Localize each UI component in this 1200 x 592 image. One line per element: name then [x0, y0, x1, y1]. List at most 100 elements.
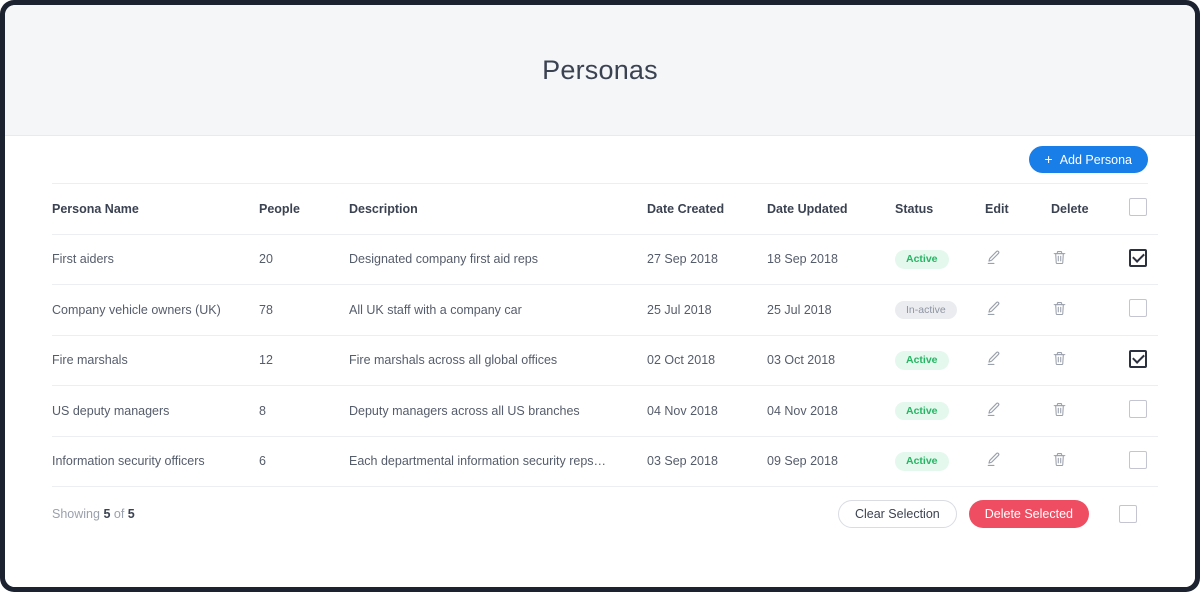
- showing-middle: of: [113, 506, 125, 521]
- status-badge: In-active: [895, 300, 957, 319]
- cell-select: [1129, 436, 1158, 487]
- showing-total: 5: [127, 506, 135, 521]
- cell-delete: [1051, 436, 1129, 487]
- column-header-edit: Edit: [985, 184, 1051, 235]
- column-header-status[interactable]: Status: [895, 184, 985, 235]
- cell-persona-name: US deputy managers: [52, 385, 259, 437]
- cell-edit: [985, 284, 1051, 336]
- cell-description: Each departmental information security r…: [349, 436, 647, 487]
- table-row: Information security officers 6 Each depar…: [52, 436, 1158, 487]
- cell-status: Active: [895, 436, 985, 487]
- cell-delete: [1051, 284, 1129, 336]
- cell-date-created: 27 Sep 2018: [647, 234, 767, 285]
- table-header-row: Persona Name People Description Date Cre…: [52, 184, 1158, 235]
- cell-status: Active: [895, 234, 985, 285]
- app-window: Personas + Add Persona Persona Name Peop…: [5, 5, 1195, 587]
- pencil-icon[interactable]: [985, 451, 1002, 468]
- cell-select: [1129, 234, 1158, 285]
- cell-date-created: 03 Sep 2018: [647, 436, 767, 487]
- cell-date-created: 02 Oct 2018: [647, 335, 767, 386]
- trash-icon[interactable]: [1051, 401, 1068, 418]
- status-badge: Active: [895, 401, 949, 420]
- cell-date-updated: 18 Sep 2018: [767, 234, 895, 285]
- row-select-checkbox[interactable]: [1129, 248, 1147, 267]
- cell-delete: [1051, 385, 1129, 437]
- clear-selection-button[interactable]: Clear Selection: [837, 499, 957, 528]
- cell-description: Deputy managers across all US branches: [349, 385, 647, 437]
- cell-edit: [985, 436, 1051, 487]
- table-head: Persona Name People Description Date Cre…: [52, 184, 1158, 235]
- column-header-date-updated[interactable]: Date Updated: [767, 184, 895, 235]
- trash-icon[interactable]: [1051, 350, 1068, 367]
- cell-description: All UK staff with a company car: [349, 284, 647, 336]
- plus-icon: +: [1044, 151, 1053, 167]
- column-header-people[interactable]: People: [259, 184, 349, 235]
- table-row: US deputy managers 8 Deputy managers acros…: [52, 385, 1158, 437]
- cell-date-created: 04 Nov 2018: [647, 385, 767, 437]
- row-select-checkbox[interactable]: [1129, 450, 1147, 469]
- cell-status: In-active: [895, 284, 985, 336]
- cell-date-updated: 03 Oct 2018: [767, 335, 895, 386]
- column-header-date-created[interactable]: Date Created: [647, 184, 767, 235]
- page-header: Personas: [5, 5, 1195, 136]
- trash-icon[interactable]: [1051, 249, 1068, 266]
- column-header-persona-name[interactable]: Persona Name: [52, 184, 259, 235]
- footer-select-all-wrap: [1119, 504, 1148, 523]
- cell-delete: [1051, 234, 1129, 285]
- trash-icon[interactable]: [1051, 300, 1068, 317]
- cell-date-updated: 25 Jul 2018: [767, 284, 895, 336]
- column-header-delete: Delete: [1051, 184, 1129, 235]
- cell-persona-name: Fire marshals: [52, 335, 259, 386]
- pencil-icon[interactable]: [985, 350, 1002, 367]
- table-footer: Showing 5 of 5 Clear Selection Delete Se…: [52, 487, 1148, 540]
- row-select-checkbox[interactable]: [1129, 299, 1147, 318]
- cell-people: 78: [259, 284, 349, 336]
- table-body: First aiders 20 Designated company first a…: [52, 234, 1158, 487]
- showing-prefix: Showing: [52, 506, 100, 521]
- pencil-icon[interactable]: [985, 300, 1002, 317]
- cell-delete: [1051, 335, 1129, 386]
- add-persona-label: Add Persona: [1059, 152, 1132, 167]
- pencil-icon[interactable]: [985, 401, 1002, 418]
- cell-select: [1129, 284, 1158, 336]
- cell-persona-name: Company vehicle owners (UK): [52, 284, 259, 336]
- cell-date-updated: 04 Nov 2018: [767, 385, 895, 437]
- cell-edit: [985, 335, 1051, 386]
- cell-edit: [985, 234, 1051, 285]
- row-select-checkbox[interactable]: [1129, 400, 1147, 419]
- showing-summary: Showing 5 of 5: [52, 507, 135, 521]
- toolbar: + Add Persona: [52, 136, 1148, 184]
- table-row: First aiders 20 Designated company first a…: [52, 234, 1158, 285]
- cell-description: Designated company first aid reps: [349, 234, 647, 285]
- delete-selected-button[interactable]: Delete Selected: [968, 499, 1089, 528]
- footer-select-all-checkbox[interactable]: [1119, 504, 1137, 523]
- footer-actions: Clear Selection Delete Selected: [837, 499, 1148, 528]
- cell-people: 20: [259, 234, 349, 285]
- select-all-checkbox[interactable]: [1129, 198, 1147, 217]
- cell-select: [1129, 335, 1158, 386]
- page-title: Personas: [542, 54, 658, 85]
- cell-status: Active: [895, 385, 985, 437]
- cell-edit: [985, 385, 1051, 437]
- app-frame: Personas + Add Persona Persona Name Peop…: [0, 0, 1200, 592]
- pencil-icon[interactable]: [985, 249, 1002, 266]
- cell-people: 8: [259, 385, 349, 437]
- cell-date-updated: 09 Sep 2018: [767, 436, 895, 487]
- trash-icon[interactable]: [1051, 451, 1068, 468]
- table-row: Company vehicle owners (UK) 78 All UK staf…: [52, 284, 1158, 336]
- table-row: Fire marshals 12 Fire marshals across all …: [52, 335, 1158, 386]
- status-badge: Active: [895, 351, 949, 370]
- row-select-checkbox[interactable]: [1129, 349, 1147, 368]
- showing-count: 5: [103, 506, 111, 521]
- column-header-select: [1129, 184, 1158, 235]
- status-badge: Active: [895, 250, 949, 269]
- personas-table: Persona Name People Description Date Cre…: [52, 184, 1158, 487]
- add-persona-button[interactable]: + Add Persona: [1028, 146, 1148, 173]
- status-badge: Active: [895, 452, 949, 471]
- column-header-description[interactable]: Description: [349, 184, 647, 235]
- cell-select: [1129, 385, 1158, 437]
- cell-description: Fire marshals across all global offices: [349, 335, 647, 386]
- cell-persona-name: Information security officers: [52, 436, 259, 487]
- cell-people: 12: [259, 335, 349, 386]
- content-area: + Add Persona Persona Name People Descri…: [5, 136, 1195, 587]
